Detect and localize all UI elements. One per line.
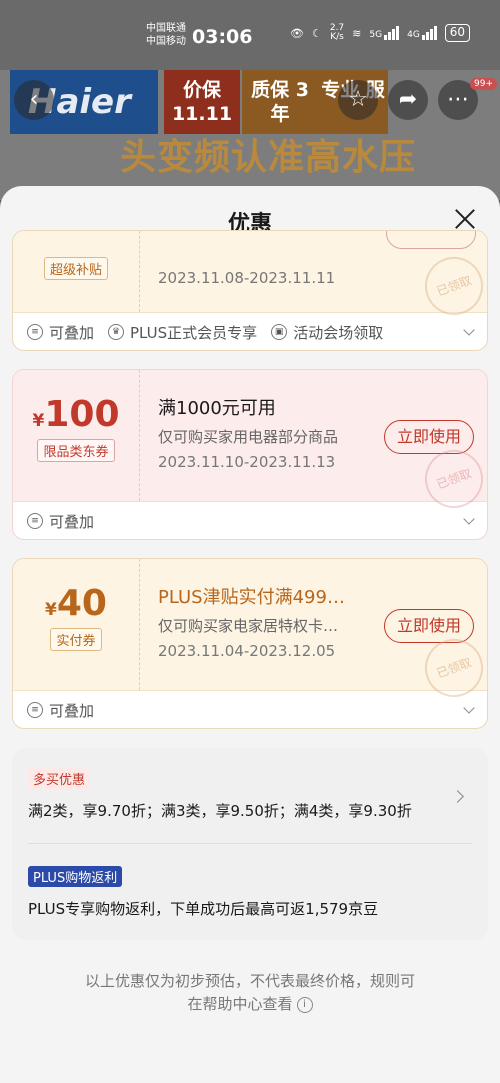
status-bar: 中国联通 中国移动 03:06 👁 ☾ 2.7 K/s ≋ 5G 4G 60 — [0, 0, 500, 70]
eye-icon: 👁 — [290, 26, 304, 40]
coupon-scope: 仅可购买家用电器部分商品 — [158, 428, 339, 446]
chevron-down-icon[interactable] — [463, 324, 475, 336]
chevron-down-icon[interactable] — [463, 702, 475, 714]
product-banner: Haier 价保 11.11 质保 3年 专业 服 头变频认准高水压 ‹ ☆ ➦… — [0, 70, 500, 200]
network-speed: 2.7 K/s — [329, 23, 345, 42]
signal-4g: 4G — [407, 26, 437, 40]
coupon-value-area: ¥40 实付券 — [13, 559, 140, 690]
feature-stackable: ≡ 可叠加 — [27, 511, 94, 532]
coupon-value-area: ¥100 限品类东券 — [13, 370, 140, 501]
back-button[interactable]: ‹ — [14, 80, 54, 120]
banner-slogan: 头变频认准高水压 — [120, 137, 417, 178]
coupon-date: 2023.11.08-2023.11.11 — [158, 269, 336, 287]
ticket-icon: ▣ — [271, 324, 288, 340]
use-now-button[interactable]: 立即使用 — [384, 420, 474, 454]
stack-icon: ≡ — [27, 324, 43, 340]
divider — [28, 843, 472, 844]
coupon-amount: ¥40 — [45, 583, 107, 624]
feature-plus-member: ♛ PLUS正式会员专享 — [108, 322, 257, 343]
coupon-scope: 仅可购买家电家居特权卡… — [158, 617, 339, 635]
coupon-features[interactable]: ≡ 可叠加 ♛ PLUS正式会员专享 ▣ 活动会场领取 — [13, 313, 487, 350]
carrier-2: 中国移动 — [146, 36, 186, 47]
battery-indicator: 60 — [444, 24, 471, 42]
moon-icon: ☾ — [311, 26, 322, 40]
feature-stackable: ≡ 可叠加 — [27, 700, 94, 721]
disclaimer: 以上优惠仅为初步预估，不代表最终价格，规则可 在帮助中心查看 i — [84, 972, 415, 1013]
feature-venue-claim: ▣ 活动会场领取 — [271, 322, 383, 343]
use-now-button[interactable]: 立即使用 — [384, 609, 474, 643]
coupon-title: PLUS津贴实付满499… — [158, 587, 345, 608]
info-icon[interactable]: i — [296, 996, 313, 1013]
plus-rebate-badge: PLUS购物返利 — [28, 866, 123, 887]
coupon-features[interactable]: ≡ 可叠加 — [13, 691, 487, 728]
favorite-button[interactable]: ☆ — [338, 80, 378, 120]
chevron-down-icon[interactable] — [463, 513, 475, 525]
share-button[interactable]: ➦ — [388, 80, 428, 120]
carrier-labels: 中国联通 中国移动 — [146, 22, 186, 48]
coupon-type-tag: 超级补贴 — [43, 257, 108, 280]
use-button-partial[interactable] — [386, 231, 476, 249]
plus-rebate-text: PLUS专享购物返利，下单成功后最高可返1,579京豆 — [28, 900, 379, 918]
multi-buy-badge: 多买优惠 — [28, 768, 91, 789]
discount-sheet: 优惠 超级补贴 2023.11.08-2023.11.11 已领取 ≡ 可叠加 ♛… — [0, 186, 500, 1083]
stack-icon: ≡ — [27, 513, 43, 529]
multi-buy-text[interactable]: 满2类，享9.70折；满3类，享9.50折；满4类，享9.30折 — [28, 800, 412, 821]
chevron-left-icon: ‹ — [29, 87, 39, 112]
coupon-body: 超级补贴 2023.11.08-2023.11.11 已领取 — [13, 231, 487, 324]
coupon-card: ¥40 实付券 PLUS津贴实付满499… 仅可购买家电家居特权卡… 2023.… — [12, 558, 488, 729]
coupon-info: 满1000元可用 仅可购买家用电器部分商品 2023.11.10-2023.11… — [158, 394, 378, 471]
coupon-card: ¥100 限品类东券 满1000元可用 仅可购买家用电器部分商品 2023.11… — [12, 369, 488, 540]
share-icon: ➦ — [398, 87, 418, 112]
crown-icon: ♛ — [108, 324, 125, 340]
notification-badge: 99+ — [470, 78, 497, 90]
coupon-body: ¥40 实付券 PLUS津贴实付满499… 仅可购买家电家居特权卡… 2023.… — [13, 559, 487, 706]
feature-stackable: ≡ 可叠加 — [27, 322, 94, 343]
coupon-features[interactable]: ≡ 可叠加 — [13, 502, 487, 539]
coupon-value-area: 超级补贴 — [13, 231, 140, 312]
promotions-panel: 多买优惠 满2类，享9.70折；满3类，享9.50折；满4类，享9.30折 PL… — [12, 748, 488, 940]
signal-bars-icon — [384, 26, 400, 40]
signal-bars-icon — [421, 26, 437, 40]
coupon-date: 2023.11.04-2023.12.05 — [158, 642, 336, 660]
wifi-icon: ≋ — [352, 26, 362, 40]
coupon-body: ¥100 限品类东券 满1000元可用 仅可购买家用电器部分商品 2023.11… — [13, 370, 487, 517]
signal-5g: 5G — [369, 26, 400, 40]
carrier-1: 中国联通 — [146, 23, 186, 34]
coupon-amount: ¥100 — [32, 394, 120, 435]
coupon-card: 超级补贴 2023.11.08-2023.11.11 已领取 ≡ 可叠加 ♛ PLU… — [12, 230, 488, 351]
status-icons: 👁 ☾ 2.7 K/s ≋ 5G 4G 60 — [290, 23, 471, 42]
promo-tile-price: 价保 11.11 — [164, 70, 240, 134]
coupon-date: 2023.11.10-2023.11.13 — [158, 453, 336, 471]
chevron-right-icon[interactable] — [451, 790, 464, 803]
coupon-info: PLUS津贴实付满499… 仅可购买家电家居特权卡… 2023.11.04-20… — [158, 583, 378, 660]
coupon-title: 满1000元可用 — [158, 398, 276, 419]
promo-tile-warranty: 质保 3年 — [242, 70, 318, 134]
clock: 03:06 — [192, 26, 253, 48]
star-icon: ☆ — [348, 87, 368, 112]
coupon-type-tag: 限品类东券 — [37, 439, 115, 462]
coupon-type-tag: 实付券 — [50, 628, 102, 651]
more-icon: ⋯ — [447, 87, 469, 112]
stack-icon: ≡ — [27, 702, 43, 718]
